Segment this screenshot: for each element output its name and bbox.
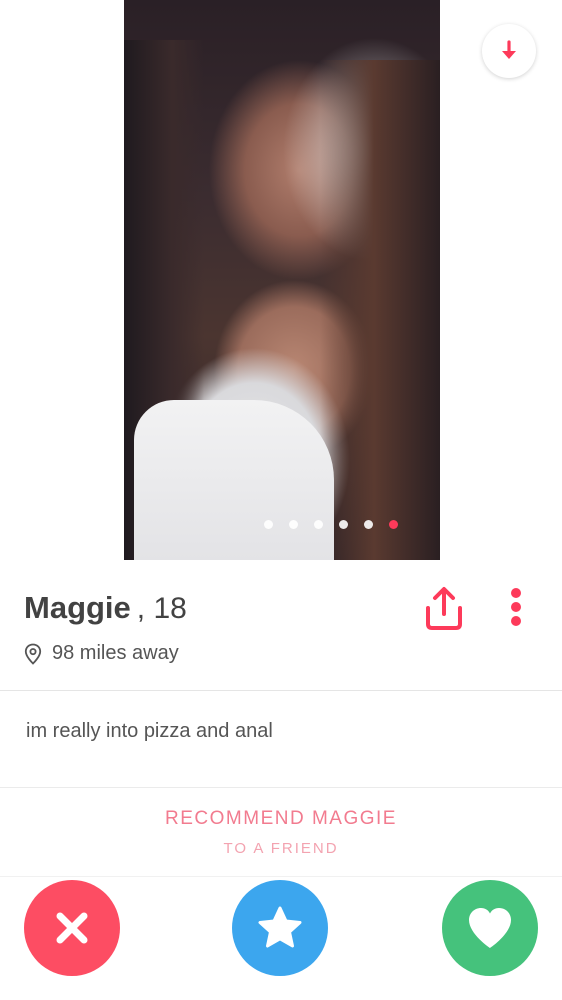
profile-age-value: 18 (153, 592, 187, 625)
photo-dot[interactable] (339, 520, 348, 529)
close-icon (56, 912, 88, 944)
like-button[interactable] (442, 880, 538, 976)
photo-detail (320, 60, 440, 560)
share-icon (426, 587, 462, 630)
divider (0, 787, 562, 788)
star-icon (258, 906, 302, 948)
share-button[interactable] (420, 584, 468, 632)
more-options-button[interactable] (504, 582, 528, 632)
profile-photo[interactable] (124, 0, 440, 560)
profile-photo-area[interactable] (0, 0, 562, 560)
profile-age: , 18 (136, 592, 187, 625)
photo-dot-active[interactable] (389, 520, 398, 529)
recommend-title: RECOMMEND MAGGIE (165, 808, 397, 829)
profile-bio: im really into pizza and anal (26, 720, 273, 742)
photo-detail (134, 400, 334, 560)
location-pin-icon (24, 643, 42, 665)
more-vertical-icon (511, 588, 521, 598)
collapse-profile-button[interactable] (482, 24, 536, 78)
super-like-button[interactable] (232, 880, 328, 976)
profile-name: Maggie (24, 590, 131, 625)
recommend-friend-button[interactable]: RECOMMEND MAGGIE TO A FRIEND (0, 808, 562, 857)
photo-dot[interactable] (264, 520, 273, 529)
arrow-down-icon (502, 40, 516, 59)
heart-icon (469, 908, 511, 948)
recommend-subtitle: TO A FRIEND (223, 840, 339, 857)
photo-dot[interactable] (289, 520, 298, 529)
photo-pagination (0, 520, 562, 529)
divider (0, 690, 562, 691)
distance-text: 98 miles away (52, 642, 179, 664)
photo-dot[interactable] (314, 520, 323, 529)
location-row: 98 miles away (24, 642, 179, 665)
photo-dot[interactable] (364, 520, 373, 529)
more-vertical-icon (511, 616, 521, 626)
nope-button[interactable] (24, 880, 120, 976)
name-age-row: Maggie, 18 (24, 590, 187, 626)
divider (0, 876, 562, 877)
more-vertical-icon (511, 602, 521, 612)
